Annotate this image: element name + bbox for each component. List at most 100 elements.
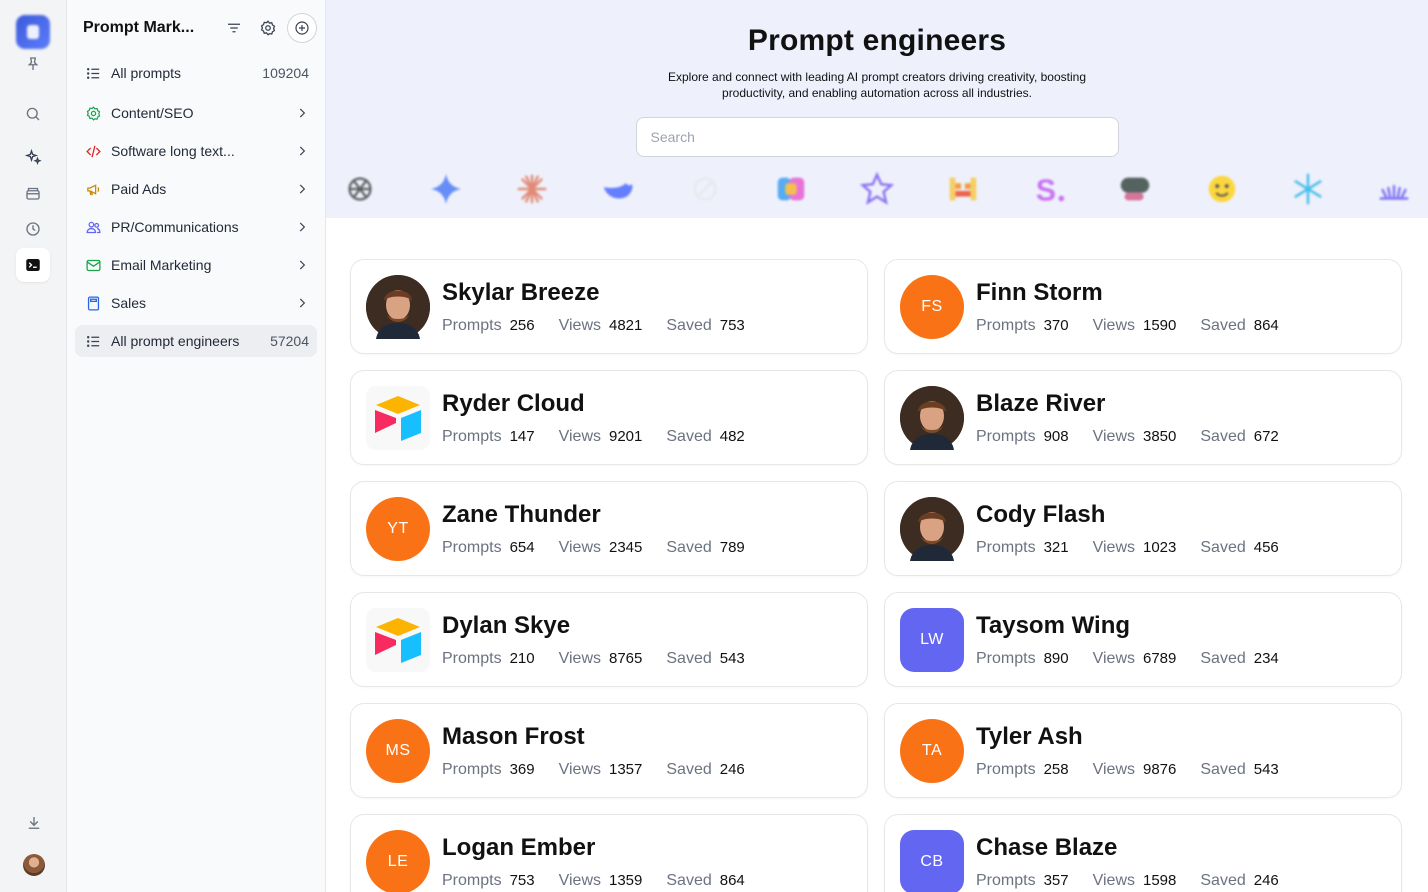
card-body: Finn Storm Prompts 370 Views 1590 Saved 864 — [976, 279, 1303, 335]
engineer-name[interactable]: Blaze River — [976, 390, 1303, 418]
stat-label: Saved — [1200, 427, 1246, 445]
engineer-name[interactable]: Tyler Ash — [976, 723, 1303, 751]
engineer-name[interactable]: Logan Ember — [442, 834, 769, 862]
stat-value: 9876 — [1143, 760, 1177, 778]
engineer-name[interactable]: Zane Thunder — [442, 501, 769, 529]
sidebar-item-label: Content/SEO — [111, 105, 194, 121]
stat-views: Views 2345 — [559, 539, 643, 557]
s-logo-icon: S — [1029, 169, 1069, 209]
add-circle-icon[interactable] — [287, 13, 317, 43]
sidebar-item-label: Sales — [111, 295, 147, 311]
sidebar-item-all-prompts[interactable]: All prompts 109204 — [75, 57, 317, 89]
engineer-name[interactable]: Dylan Skye — [442, 612, 769, 640]
stat-prompts: Prompts 256 — [442, 317, 535, 335]
card-body: Cody Flash Prompts 321 Views 1023 Saved 456 — [976, 501, 1303, 557]
stat-prompts: Prompts 654 — [442, 539, 535, 557]
openai-logo-icon — [340, 169, 380, 209]
user-avatar[interactable] — [22, 854, 45, 876]
stat-value: 864 — [1253, 316, 1279, 334]
sidebar-item-email-marketing[interactable]: Email Marketing — [75, 249, 317, 281]
stat-label: Prompts — [976, 871, 1036, 889]
engineer-card[interactable]: LW Taysom Wing Prompts 890 Views 6789 Saved 234 — [884, 592, 1402, 687]
engineer-card[interactable]: Blaze River Prompts 908 Views 3850 Saved 672 — [884, 370, 1402, 465]
stat-views: Views 1357 — [559, 761, 643, 779]
engineer-stats: Prompts 369 Views 1357 Saved 246 — [442, 761, 769, 779]
stat-saved: Saved 234 — [1200, 650, 1278, 668]
stat-label: Prompts — [442, 427, 502, 445]
engineer-card[interactable]: Dylan Skye Prompts 210 Views 8765 Saved 543 — [350, 592, 868, 687]
engineer-name[interactable]: Skylar Breeze — [442, 279, 769, 307]
pin-icon[interactable] — [16, 47, 50, 81]
engineer-name[interactable]: Cody Flash — [976, 501, 1303, 529]
sidebar-item-software[interactable]: Software long text... — [75, 135, 317, 167]
sidebar-item-content-seo[interactable]: Content/SEO — [75, 97, 317, 129]
engineer-name[interactable]: Taysom Wing — [976, 612, 1303, 640]
stat-value: 789 — [719, 538, 745, 556]
stat-value: 258 — [1043, 760, 1069, 778]
stat-value: 864 — [719, 871, 745, 889]
stat-value: 210 — [509, 649, 535, 667]
engineer-card[interactable]: Ryder Cloud Prompts 147 Views 9201 Saved 482 — [350, 370, 868, 465]
stat-prompts: Prompts 321 — [976, 539, 1069, 557]
sidebar-item-count: 57204 — [270, 333, 309, 349]
stat-value: 672 — [1253, 427, 1279, 445]
engineer-card[interactable]: CB Chase Blaze Prompts 357 Views 1598 Saved 246 — [884, 814, 1402, 892]
stat-label: Saved — [1200, 316, 1246, 334]
terminal-icon[interactable] — [16, 248, 50, 282]
engineer-card[interactable]: FS Finn Storm Prompts 370 Views 1590 Saved 864 — [884, 259, 1402, 354]
card-body: Zane Thunder Prompts 654 Views 2345 Saved 789 — [442, 501, 769, 557]
avatar: FS — [900, 274, 964, 339]
stat-views: Views 6789 — [1093, 650, 1177, 668]
star-logo-icon — [857, 169, 897, 209]
download-icon[interactable] — [17, 806, 51, 840]
engineer-card[interactable]: TA Tyler Ash Prompts 258 Views 9876 Saved 543 — [884, 703, 1402, 798]
stat-prompts: Prompts 890 — [976, 650, 1069, 668]
app-logo[interactable] — [16, 15, 50, 49]
list-icon — [84, 332, 102, 350]
stat-saved: Saved 482 — [666, 428, 744, 446]
sparkles-icon[interactable] — [16, 140, 50, 174]
engineer-card[interactable]: YT Zane Thunder Prompts 654 Views 2345 Saved 78… — [350, 481, 868, 576]
chevron-right-icon — [299, 260, 306, 270]
sidebar-item-paid-ads[interactable]: Paid Ads — [75, 173, 317, 205]
sidebar-item-count: 109204 — [262, 65, 309, 81]
sidebar-item-pr-communications[interactable]: PR/Communications — [75, 211, 317, 243]
engineer-card[interactable]: Cody Flash Prompts 321 Views 1023 Saved 456 — [884, 481, 1402, 576]
engineer-card[interactable]: Skylar Breeze Prompts 256 Views 4821 Saved 753 — [350, 259, 868, 354]
engineer-name[interactable]: Mason Frost — [442, 723, 769, 751]
rail-bottom — [0, 806, 67, 876]
stat-saved: Saved 543 — [1200, 761, 1278, 779]
chevron-right-icon — [299, 222, 306, 232]
settings-icon[interactable] — [253, 13, 283, 43]
ai-logo-strip: S — [326, 169, 1428, 209]
search-icon[interactable] — [16, 97, 50, 131]
stat-label: Prompts — [442, 871, 502, 889]
stat-label: Saved — [1200, 649, 1246, 667]
sidebar-item-all-prompt-engineers[interactable]: All prompt engineers 57204 — [75, 325, 317, 357]
avatar — [366, 385, 430, 450]
engineer-name[interactable]: Ryder Cloud — [442, 390, 769, 418]
stat-value: 6789 — [1143, 649, 1177, 667]
sidebar-item-sales[interactable]: Sales — [75, 287, 317, 319]
engineer-card[interactable]: LE Logan Ember Prompts 753 Views 1359 Saved 864 — [350, 814, 868, 892]
stat-value: 4821 — [609, 316, 643, 334]
avatar — [366, 607, 430, 672]
stat-prompts: Prompts 370 — [976, 317, 1069, 335]
engineer-card[interactable]: MS Mason Frost Prompts 369 Views 1357 Saved 246 — [350, 703, 868, 798]
avatar — [900, 385, 964, 450]
engineer-name[interactable]: Chase Blaze — [976, 834, 1303, 862]
filter-icon[interactable] — [219, 13, 249, 43]
stat-label: Views — [558, 760, 601, 778]
search-input[interactable] — [650, 129, 1118, 145]
engineer-name[interactable]: Finn Storm — [976, 279, 1303, 307]
stat-label: Views — [558, 316, 601, 334]
snowflake-logo-icon — [1288, 169, 1328, 209]
stat-value: 246 — [1253, 871, 1279, 889]
archive-icon[interactable] — [16, 176, 50, 210]
stat-value: 908 — [1043, 427, 1069, 445]
history-icon[interactable] — [16, 212, 50, 246]
stat-label: Views — [1092, 316, 1135, 334]
stat-views: Views 9201 — [559, 428, 643, 446]
stat-value: 234 — [1253, 649, 1279, 667]
chevron-right-icon — [299, 146, 306, 156]
